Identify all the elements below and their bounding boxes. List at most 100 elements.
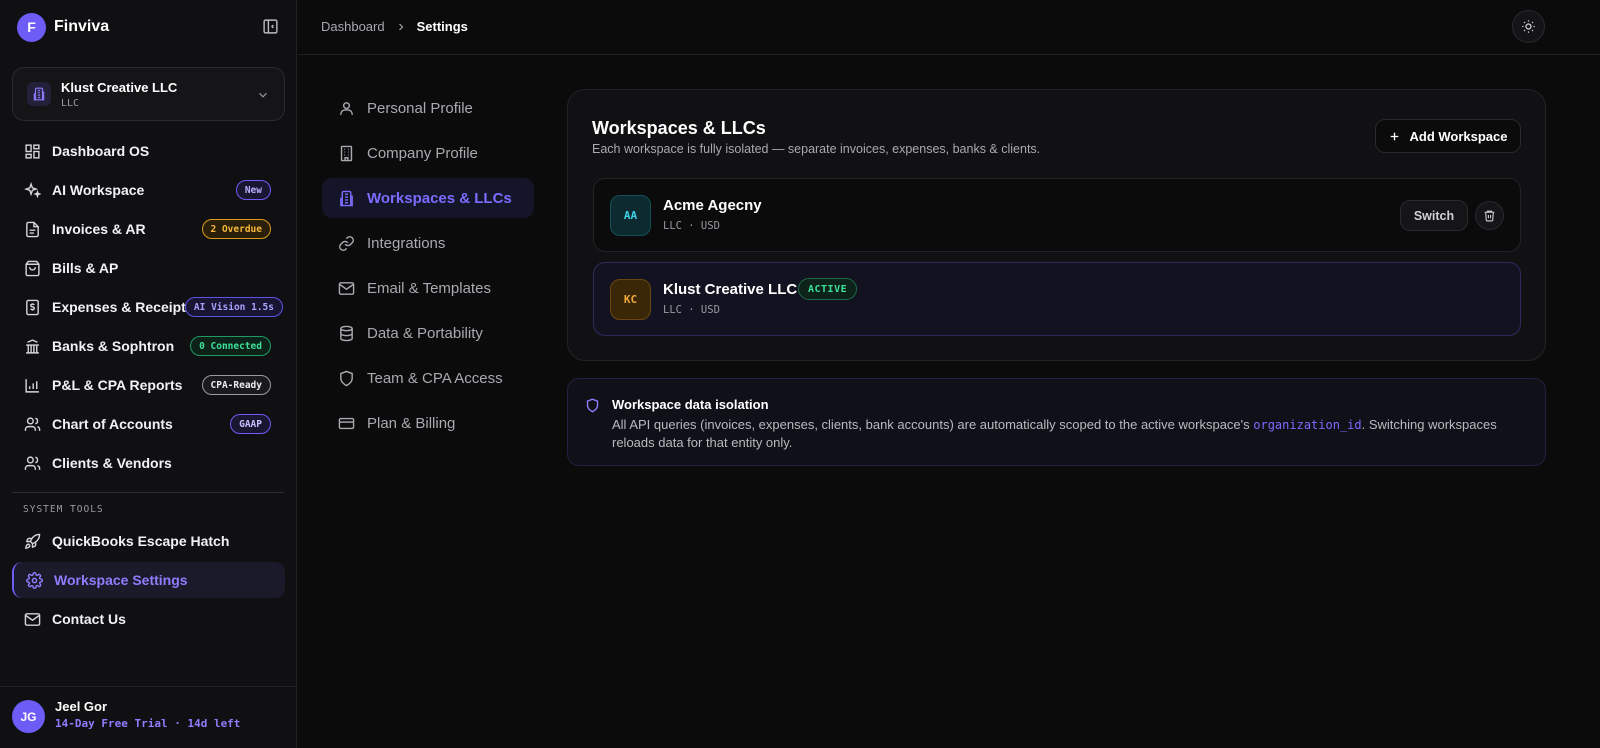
shopping-bag-icon xyxy=(24,260,41,277)
tab-team-access[interactable]: Team & CPA Access xyxy=(322,358,534,398)
nav-item-label: Bills & AP xyxy=(52,260,119,276)
nav-item-clients[interactable]: Clients & Vendors xyxy=(12,445,285,481)
settings-nav-label: Personal Profile xyxy=(367,99,473,117)
overdue-badge: 2 Overdue xyxy=(201,219,271,239)
users-icon xyxy=(24,455,41,472)
chevron-down-icon xyxy=(256,88,270,102)
workspace-meta: LLC · USD xyxy=(663,304,720,316)
dashboard-icon xyxy=(24,143,41,160)
plus-icon xyxy=(1388,130,1401,143)
org-type: LLC xyxy=(61,97,80,109)
workspace-name: Acme Agecny xyxy=(663,197,762,214)
file-text-icon xyxy=(24,221,41,238)
tab-integrations[interactable]: Integrations xyxy=(322,223,534,263)
settings-nav: Personal Profile Company Profile Workspa… xyxy=(322,88,534,448)
connected-badge: 0 Connected xyxy=(190,336,271,356)
nav-item-label: Contact Us xyxy=(52,611,126,627)
nav-item-reports[interactable]: P&L & CPA Reports CPA-Ready xyxy=(12,367,285,403)
settings-nav-label: Integrations xyxy=(367,234,446,252)
nav-item-workspace-settings[interactable]: Workspace Settings xyxy=(12,562,285,598)
nav-item-label: Dashboard OS xyxy=(52,143,150,159)
tab-email-templates[interactable]: Email & Templates xyxy=(322,268,534,308)
ai-vision-badge: AI Vision 1.5s xyxy=(184,297,283,317)
data-isolation-notice: Workspace data isolation All API queries… xyxy=(567,378,1546,466)
brand-name: Finviva xyxy=(54,18,110,35)
nav-item-ai-workspace[interactable]: AI Workspace New xyxy=(12,172,285,208)
org-switcher[interactable]: Klust Creative LLC LLC xyxy=(12,67,285,121)
rocket-icon xyxy=(24,533,41,550)
notice-body: All API queries (invoices, expenses, cli… xyxy=(612,416,1522,452)
workspace-name: Klust Creative LLC xyxy=(663,281,798,298)
settings-nav-label: Company Profile xyxy=(367,144,478,162)
nav-item-invoices[interactable]: Invoices & AR 2 Overdue xyxy=(12,211,285,247)
tab-workspaces[interactable]: Workspaces & LLCs xyxy=(322,178,534,218)
nav-item-label: Banks & Sophtron xyxy=(52,338,175,354)
add-workspace-button[interactable]: Add Workspace xyxy=(1375,119,1521,153)
tab-company-profile[interactable]: Company Profile xyxy=(322,133,534,173)
tab-data-portability[interactable]: Data & Portability xyxy=(322,313,534,353)
bank-icon xyxy=(24,338,41,355)
section-label: SYSTEM TOOLS xyxy=(23,504,104,515)
nav-item-quickbooks[interactable]: QuickBooks Escape Hatch xyxy=(12,523,285,559)
switch-workspace-button[interactable]: Switch xyxy=(1400,200,1468,231)
shield-icon xyxy=(338,370,355,387)
brand[interactable]: F Finviva xyxy=(17,12,109,42)
trial-status: 14-Day Free Trial · 14d left xyxy=(55,717,241,730)
brand-logo: F xyxy=(17,12,46,42)
theme-toggle-button[interactable] xyxy=(1512,10,1545,43)
breadcrumb-dashboard[interactable]: Dashboard xyxy=(321,19,385,34)
workspace-meta: LLC · USD xyxy=(663,220,720,232)
shield-icon xyxy=(585,398,600,413)
new-badge: New xyxy=(235,180,271,200)
nav-item-dashboard[interactable]: Dashboard OS xyxy=(12,133,285,169)
sidebar: F Finviva Klust Creative LLC LLC Dashboa… xyxy=(0,0,297,748)
users-icon xyxy=(24,416,41,433)
nav-item-label: P&L & CPA Reports xyxy=(52,377,183,393)
cpa-ready-badge: CPA-Ready xyxy=(201,375,271,395)
link-icon xyxy=(338,235,355,252)
sidebar-collapse-icon[interactable] xyxy=(262,18,279,35)
chevron-right-icon xyxy=(395,21,407,33)
user-name: Jeel Gor xyxy=(55,699,108,714)
nav-item-label: QuickBooks Escape Hatch xyxy=(52,533,230,549)
org-name: Klust Creative LLC xyxy=(61,79,178,95)
building-icon xyxy=(338,145,355,162)
section-subtitle: Each workspace is fully isolated — separ… xyxy=(592,142,1041,156)
main-nav: Dashboard OS AI Workspace New Invoices &… xyxy=(12,133,285,484)
nav-item-banks[interactable]: Banks & Sophtron 0 Connected xyxy=(12,328,285,364)
bar-chart-icon xyxy=(24,377,41,394)
sparkles-icon xyxy=(24,181,41,199)
add-workspace-label: Add Workspace xyxy=(1409,128,1508,144)
tab-personal-profile[interactable]: Personal Profile xyxy=(322,88,534,128)
workspaces-card: Workspaces & LLCs Each workspace is full… xyxy=(567,89,1546,361)
delete-workspace-button[interactable] xyxy=(1475,201,1504,230)
organization-id-code: organization_id xyxy=(1253,418,1362,432)
nav-item-label: Clients & Vendors xyxy=(52,455,172,471)
credit-card-icon xyxy=(338,415,355,432)
database-icon xyxy=(338,325,355,342)
settings-nav-label: Team & CPA Access xyxy=(367,369,503,387)
nav-item-label: Workspace Settings xyxy=(54,572,188,588)
notice-title: Workspace data isolation xyxy=(612,397,769,412)
nav-item-contact[interactable]: Contact Us xyxy=(12,601,285,637)
user-icon xyxy=(338,100,355,117)
breadcrumb-current: Settings xyxy=(416,19,468,34)
buildings-icon xyxy=(338,190,355,207)
section-title: Workspaces & LLCs xyxy=(592,118,766,138)
nav-item-label: Chart of Accounts xyxy=(52,416,173,432)
user-profile[interactable]: JG Jeel Gor 14-Day Free Trial · 14d left xyxy=(0,686,297,748)
nav-item-bills[interactable]: Bills & AP xyxy=(12,250,285,286)
tab-plan-billing[interactable]: Plan & Billing xyxy=(322,403,534,443)
nav-item-chart-of-accounts[interactable]: Chart of Accounts GAAP xyxy=(12,406,285,442)
mail-icon xyxy=(24,611,41,628)
receipt-icon xyxy=(24,299,41,316)
workspace-row-active[interactable]: KC Klust Creative LLC ACTIVE LLC · USD xyxy=(593,262,1521,336)
topbar: Dashboard Settings xyxy=(298,0,1600,55)
settings-nav-label: Data & Portability xyxy=(367,324,483,342)
workspace-row[interactable]: AA Acme Agecny LLC · USD Switch xyxy=(593,178,1521,252)
building-icon xyxy=(27,82,51,106)
nav-item-label: Expenses & Receipts xyxy=(52,299,194,315)
nav-item-label: AI Workspace xyxy=(52,182,145,198)
nav-item-expenses[interactable]: Expenses & Receipts AI Vision 1.5s xyxy=(12,289,285,325)
notice-text: All API queries (invoices, expenses, cli… xyxy=(612,417,1254,432)
